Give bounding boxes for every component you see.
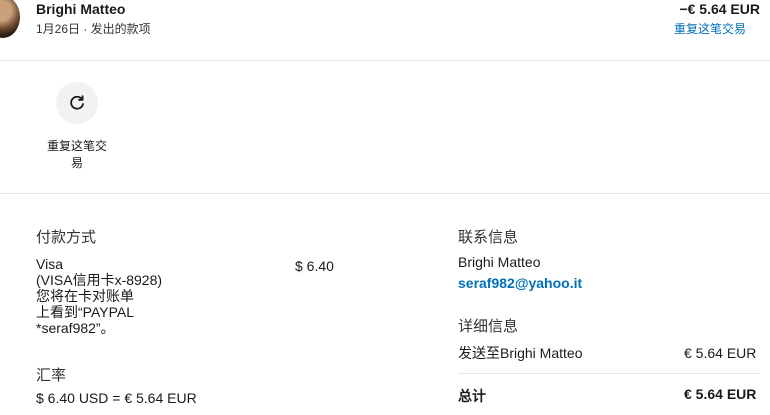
payment-amount: $ 6.40 [295,258,334,274]
avatar [0,0,20,38]
details-divider [458,373,760,374]
exchange-rate-title: 汇率 [36,367,67,384]
refresh-icon [70,95,84,110]
repeat-action: 重复这笔交易 [42,80,112,172]
repeat-transaction-button[interactable] [56,82,98,124]
sent-to-amount: € 5.64 EUR [684,345,757,361]
contact-info-title: 联系信息 [458,229,519,246]
contact-email-link[interactable]: seraf982@yahoo.it [458,275,582,291]
transaction-amount: −€ 5.64 EUR [679,1,760,17]
repeat-transaction-link[interactable]: 重复这笔交易 [674,20,746,37]
details-title: 详细信息 [458,318,519,335]
payment-method-line: 您将在卡对账单 [36,288,134,304]
transaction-header: Brighi Matteo 1月26日 · 发出的款项 −€ 5.64 EUR … [0,0,770,61]
transaction-date-type: 1月26日 · 发出的款项 [36,22,151,36]
payment-method-line: Visa [36,256,63,272]
section-divider [0,193,770,194]
payment-method-detail: Visa (VISA信用卡x-8928) 您将在卡对账单 上看到“PAYPAL … [36,256,206,336]
exchange-rate-value: $ 6.40 USD = € 5.64 EUR [36,390,197,406]
repeat-action-label: 重复这笔交易 [46,139,107,170]
payment-method-title: 付款方式 [36,229,97,246]
total-amount: € 5.64 EUR [684,386,757,402]
payment-method-line: 上看到“PAYPAL [36,304,135,320]
contact-name: Brighi Matteo [458,254,541,270]
total-label: 总计 [458,388,486,404]
payment-method-line: (VISA信用卡x-8928) [36,272,163,288]
sent-to-label: 发送至Brighi Matteo [458,345,583,361]
counterparty-name: Brighi Matteo [36,1,126,17]
payment-method-line: *seraf982”。 [36,320,115,336]
